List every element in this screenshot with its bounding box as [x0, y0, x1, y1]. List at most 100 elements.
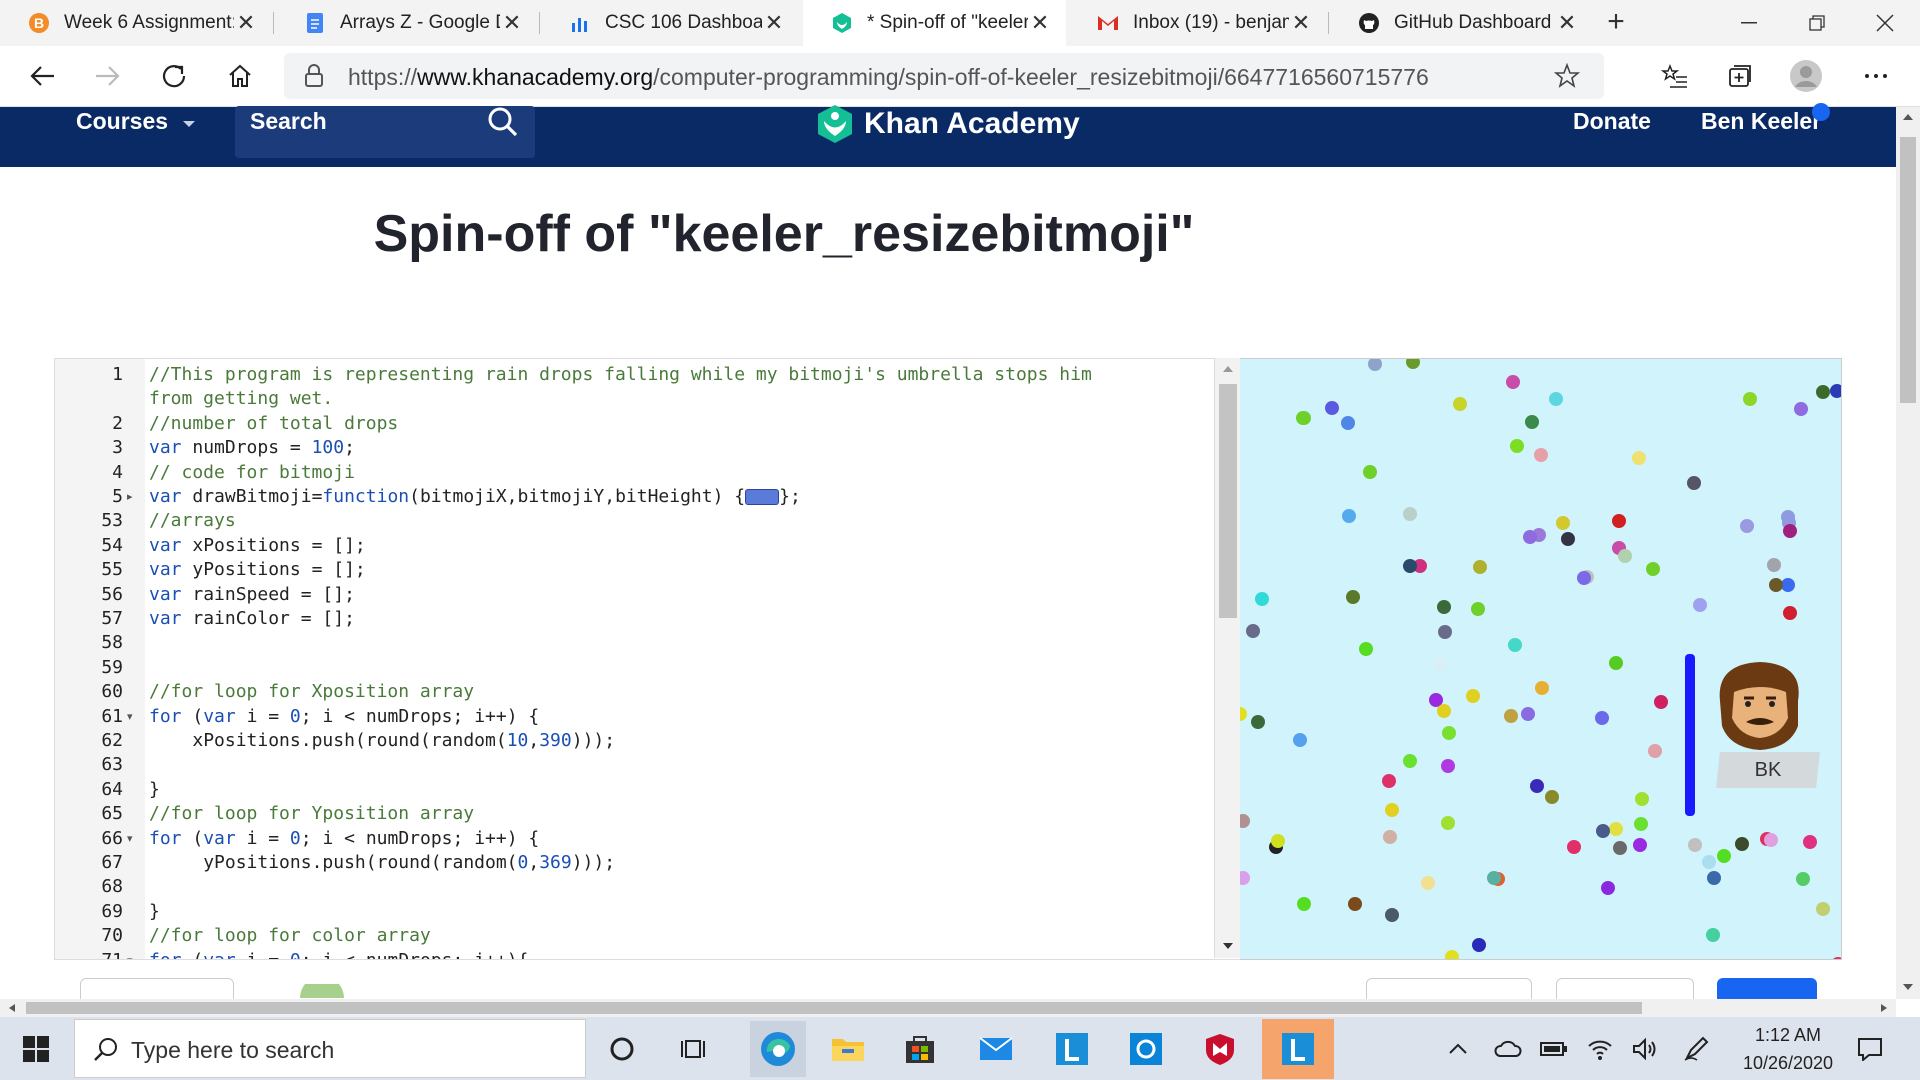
- refresh-button[interactable]: [154, 56, 194, 96]
- donate-link[interactable]: Donate: [1573, 107, 1651, 135]
- spin-off-button[interactable]: [1556, 978, 1694, 999]
- code-line[interactable]: var rainSpeed = [];: [149, 583, 355, 607]
- khan-academy-logo[interactable]: Khan Academy: [816, 105, 1080, 143]
- code-comment-line[interactable]: //arrays: [149, 509, 236, 533]
- code-line[interactable]: var rainColor = [];: [149, 607, 355, 631]
- fold-toggle-icon[interactable]: ▸: [127, 485, 133, 509]
- scroll-left-arrow-icon[interactable]: [8, 1003, 16, 1013]
- browser-tab[interactable]: GitHub Dashboard ✕: [1330, 0, 1593, 46]
- tab-close-icon[interactable]: ✕: [762, 10, 786, 36]
- editor-scrollbar-thumb[interactable]: [1219, 384, 1237, 618]
- new-tab-button[interactable]: +: [1598, 6, 1634, 40]
- scroll-right-arrow-icon[interactable]: [1880, 1003, 1888, 1013]
- taskbar-mcafee[interactable]: [1198, 1027, 1242, 1071]
- favorites-button[interactable]: [1654, 56, 1694, 96]
- fold-toggle-icon[interactable]: ▾: [127, 705, 133, 729]
- scroll-down-arrow-icon[interactable]: [1902, 983, 1914, 991]
- url-text[interactable]: https://www.khanacademy.org/computer-pro…: [348, 64, 1429, 91]
- cortana-button[interactable]: [600, 1027, 644, 1071]
- minimize-window-button[interactable]: [1714, 0, 1784, 46]
- scroll-up-arrow-icon[interactable]: [1222, 365, 1234, 373]
- taskbar-edge[interactable]: [750, 1021, 806, 1077]
- address-bar[interactable]: https://www.khanacademy.org/computer-pro…: [284, 53, 1604, 99]
- scroll-down-arrow-icon[interactable]: [1222, 942, 1234, 950]
- search-input[interactable]: Search: [250, 108, 327, 135]
- code-line[interactable]: yPositions.push(round(random(0,369)));: [149, 851, 615, 875]
- program-output-canvas[interactable]: BK: [1240, 358, 1842, 960]
- page-vertical-scrollbar[interactable]: [1896, 107, 1920, 999]
- browser-tab[interactable]: CSC 106 Dashboard |✕: [541, 0, 800, 46]
- code-comment-line[interactable]: //for loop for Xposition array: [149, 680, 474, 704]
- courses-menu[interactable]: Courses: [76, 107, 196, 135]
- code-line[interactable]: var drawBitmoji=function(bitmojiX,bitmoj…: [149, 485, 801, 509]
- tab-close-icon[interactable]: ✕: [1028, 10, 1052, 36]
- code-line[interactable]: for (var i = 0; i < numDrops; i++){: [149, 949, 528, 959]
- back-button[interactable]: [22, 56, 62, 96]
- code-line[interactable]: for (var i = 0; i < numDrops; i++) {: [149, 705, 539, 729]
- code-comment-line[interactable]: //This program is representing rain drop…: [149, 363, 1092, 387]
- star-outline-icon[interactable]: [1554, 63, 1580, 89]
- start-button[interactable]: [14, 1027, 58, 1071]
- code-line[interactable]: xPositions.push(round(random(10,390)));: [149, 729, 615, 753]
- fold-toggle-icon[interactable]: ▾: [127, 949, 133, 959]
- battery-button[interactable]: [1532, 1027, 1576, 1071]
- settings-button[interactable]: [1366, 978, 1532, 999]
- page-horizontal-scrollbar[interactable]: [0, 999, 1896, 1017]
- restart-button[interactable]: [80, 978, 234, 999]
- taskbar-lockdown-browser-active[interactable]: [1262, 1019, 1334, 1079]
- browser-tab[interactable]: Inbox (19) - benjami ✕: [1069, 0, 1327, 46]
- restore-window-button[interactable]: [1782, 0, 1852, 46]
- search-icon[interactable]: [487, 106, 519, 140]
- site-search[interactable]: Search: [235, 106, 535, 158]
- tab-close-icon[interactable]: ✕: [1555, 10, 1579, 36]
- code-comment-line[interactable]: //for loop for Yposition array: [149, 802, 474, 826]
- code-line[interactable]: var xPositions = [];: [149, 534, 366, 558]
- tab-close-icon[interactable]: ✕: [500, 10, 524, 36]
- forward-button[interactable]: [88, 56, 128, 96]
- code-line[interactable]: var numDrops = 100;: [149, 436, 355, 460]
- save-button[interactable]: [1717, 978, 1817, 999]
- wifi-button[interactable]: [1578, 1027, 1622, 1071]
- code-line[interactable]: var yPositions = [];: [149, 558, 366, 582]
- browser-tab[interactable]: Arrays Z - Google Do✕: [276, 0, 538, 46]
- scroll-up-arrow-icon[interactable]: [1902, 113, 1914, 121]
- page-horizontal-scrollbar-thumb[interactable]: [26, 1002, 1642, 1014]
- tab-close-icon[interactable]: ✕: [1289, 10, 1313, 36]
- taskbar-search-box[interactable]: Type here to search: [74, 1019, 586, 1078]
- code-line[interactable]: }: [149, 900, 160, 924]
- taskbar-cortana-app[interactable]: [1124, 1027, 1168, 1071]
- user-menu[interactable]: Ben Keeler: [1701, 107, 1821, 135]
- settings-menu-button[interactable]: [1856, 56, 1896, 96]
- folded-code-widget[interactable]: [745, 489, 780, 505]
- page-vertical-scrollbar-thumb[interactable]: [1900, 137, 1916, 403]
- volume-button[interactable]: [1624, 1027, 1668, 1071]
- code-comment-line[interactable]: //for loop for color array: [149, 924, 431, 948]
- code-line[interactable]: for (var i = 0; i < numDrops; i++) {: [149, 827, 539, 851]
- pen-workspace-button[interactable]: [1674, 1027, 1718, 1071]
- taskbar-mail[interactable]: [974, 1027, 1018, 1071]
- code-comment-line[interactable]: // code for bitmoji: [149, 461, 355, 485]
- taskbar-clock-date[interactable]: 10/26/2020: [1736, 1053, 1840, 1074]
- show-hidden-icons-button[interactable]: [1436, 1027, 1480, 1071]
- close-window-button[interactable]: [1850, 0, 1920, 46]
- task-view-button[interactable]: [672, 1027, 716, 1071]
- taskbar-store[interactable]: [898, 1027, 942, 1071]
- code-comment-line[interactable]: //number of total drops: [149, 412, 398, 436]
- profile-button[interactable]: [1786, 56, 1826, 96]
- collections-button[interactable]: [1720, 56, 1760, 96]
- editor-scrollbar[interactable]: [1214, 358, 1241, 958]
- fold-toggle-icon[interactable]: ▾: [127, 827, 133, 851]
- code-line[interactable]: }: [149, 778, 160, 802]
- tab-close-icon[interactable]: ✕: [234, 10, 258, 36]
- notification-badge[interactable]: [1812, 103, 1830, 121]
- action-center-button[interactable]: [1848, 1027, 1892, 1071]
- home-button[interactable]: [220, 56, 260, 96]
- code-comment-line[interactable]: from getting wet.: [149, 387, 333, 411]
- browser-tab[interactable]: B Week 6 Assignment: ✕: [0, 0, 272, 46]
- onedrive-button[interactable]: [1486, 1027, 1530, 1071]
- taskbar-clock-time[interactable]: 1:12 AM: [1748, 1025, 1828, 1046]
- browser-tab[interactable]: * Spin-off of "keeler_ ✕: [803, 0, 1066, 46]
- code-editor[interactable]: 1 2 3 4 5 ▸ 53 54 55 56 57 58 59 60 61 ▾ 62 63 64 65 66 ▾ 67 68…: [54, 358, 1241, 960]
- taskbar-file-explorer[interactable]: [826, 1027, 870, 1071]
- taskbar-lockdown-app[interactable]: [1050, 1027, 1094, 1071]
